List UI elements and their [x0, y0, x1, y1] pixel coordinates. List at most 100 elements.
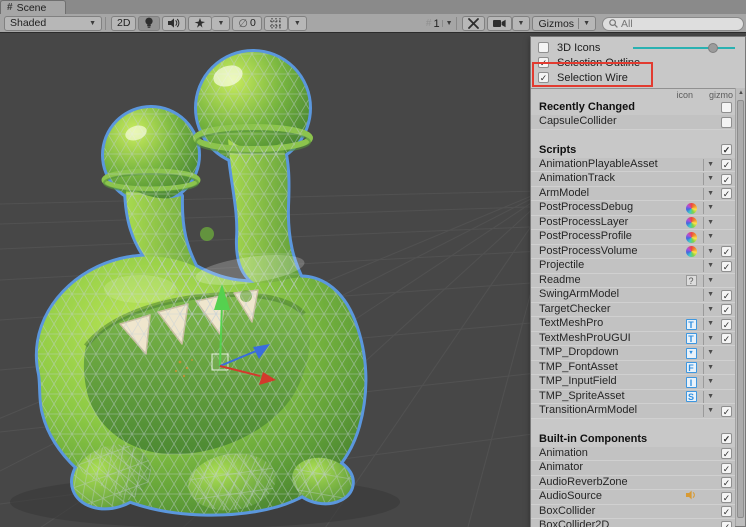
2d-label: 2D: [117, 17, 130, 29]
tool-settings-button[interactable]: [462, 16, 485, 31]
row-dropdown[interactable]: ▼: [703, 275, 714, 287]
gizmo-row-swingarmmodel: SwingArmModel ▼ ✓: [531, 288, 735, 303]
checkbox[interactable]: [721, 117, 732, 128]
gizmo-row-audiosource: AudioSource✓: [531, 490, 735, 505]
row-dropdown[interactable]: ▼: [703, 333, 714, 345]
row-dropdown[interactable]: ▼: [703, 202, 714, 214]
row-icon-slot: [685, 491, 697, 503]
gizmo-row-audioreverbzone: AudioReverbZone✓: [531, 476, 735, 491]
row-dropdown[interactable]: ▼: [703, 376, 714, 388]
camera-settings-button[interactable]: [487, 16, 512, 31]
toggle-2d-button[interactable]: 2D: [111, 16, 136, 31]
checkbox[interactable]: ✓: [721, 188, 732, 199]
camera-dropdown[interactable]: ▼: [512, 16, 531, 31]
gizmo-row-tmp-inputfield: TMP_InputFieldI▼: [531, 375, 735, 390]
body-sheen: [104, 275, 176, 303]
search-input[interactable]: [621, 18, 731, 30]
scene-search-field[interactable]: [602, 17, 744, 31]
selected-object-monster[interactable]: [10, 52, 400, 527]
checkbox[interactable]: ✓: [721, 406, 732, 417]
section-header-recently-changed: Recently Changed: [531, 100, 735, 115]
effects-dropdown[interactable]: ▼: [212, 16, 230, 31]
checkbox[interactable]: ✓: [721, 246, 732, 257]
tmp-letter-T-icon: T: [686, 319, 697, 330]
section-title: Built-in Components: [539, 433, 647, 445]
audio-toggle-button[interactable]: [162, 16, 186, 31]
skin-bump: [200, 227, 214, 241]
option-label: 3D Icons: [557, 42, 600, 54]
snap-increment-control[interactable]: # 1 ▼: [426, 18, 453, 30]
gizmo-row-boxcollider2d: BoxCollider2D✓: [531, 519, 735, 527]
row-dropdown[interactable]: ▼: [703, 188, 714, 200]
effects-toggle-button[interactable]: [188, 16, 212, 31]
scrollbar-thumb[interactable]: [737, 100, 744, 518]
row-dropdown[interactable]: ▼: [703, 217, 714, 229]
row-dropdown[interactable]: ▼: [703, 362, 714, 374]
section-title: Recently Changed: [539, 101, 635, 113]
row-label: SwingArmModel: [539, 288, 619, 300]
crossed-tools-icon: [468, 18, 479, 29]
row-label: PostProcessLayer: [539, 216, 628, 228]
gizmo-row-tmp-fontasset: TMP_FontAssetF▼: [531, 361, 735, 376]
slider-handle[interactable]: [708, 43, 718, 53]
row-dropdown[interactable]: ▼: [703, 173, 714, 185]
checkbox[interactable]: ✓: [721, 319, 732, 330]
checkbox[interactable]: ✓: [721, 174, 732, 185]
grid-dropdown[interactable]: ▼: [288, 16, 307, 31]
checkbox[interactable]: ✓: [721, 333, 732, 344]
chevron-down-icon: ▼: [518, 20, 525, 27]
row-dropdown[interactable]: ▼: [703, 318, 714, 330]
visibility-off-icon: ∅: [238, 17, 248, 30]
gizmo-option-3d-icons: 3D Icons: [531, 40, 745, 55]
row-icon-slot: [685, 202, 697, 214]
tmp-letter-T-icon: T: [686, 333, 697, 344]
checkbox[interactable]: ✓: [721, 492, 732, 503]
checkbox[interactable]: [721, 102, 732, 113]
checkbox[interactable]: ✓: [721, 521, 732, 527]
row-dropdown[interactable]: ▼: [703, 304, 714, 316]
checkbox[interactable]: ✓: [721, 159, 732, 170]
lighting-toggle-button[interactable]: [138, 16, 160, 31]
grid-visibility-button[interactable]: [264, 16, 288, 31]
checkbox[interactable]: ✓: [721, 290, 732, 301]
checkbox[interactable]: ✓: [721, 477, 732, 488]
checkbox[interactable]: ✓: [721, 433, 732, 444]
row-dropdown[interactable]: ▼: [703, 260, 714, 272]
row-dropdown[interactable]: ▼: [703, 231, 714, 243]
checkbox[interactable]: ✓: [721, 463, 732, 474]
row-dropdown[interactable]: ▼: [703, 289, 714, 301]
row-dropdown[interactable]: ▼: [703, 347, 714, 359]
hidden-objects-button[interactable]: ∅ 0: [232, 16, 261, 31]
checkbox[interactable]: [538, 42, 549, 53]
gizmos-sections: Recently ChangedCapsuleColliderScripts✓A…: [531, 100, 735, 527]
checkbox[interactable]: ✓: [721, 448, 732, 459]
tmp-letter-S-icon: S: [686, 391, 697, 402]
row-label: Animator: [539, 461, 583, 473]
tab-scene[interactable]: # Scene: [0, 0, 66, 14]
checkbox[interactable]: ✓: [721, 261, 732, 272]
checkbox[interactable]: ✓: [721, 144, 732, 155]
gizmo-row-postprocessdebug: PostProcessDebug▼: [531, 201, 735, 216]
icon-size-slider[interactable]: [633, 47, 735, 49]
hidden-count: 0: [250, 17, 256, 29]
scroll-up-arrow[interactable]: ▲: [736, 88, 746, 99]
row-icon-slot: F: [685, 362, 697, 374]
row-dropdown[interactable]: ▼: [703, 391, 714, 403]
panel-scrollbar[interactable]: ▲: [735, 88, 745, 526]
row-dropdown[interactable]: ▼: [703, 246, 714, 258]
row-icon-slot: [685, 231, 697, 243]
checkbox[interactable]: ✓: [721, 304, 732, 315]
section-header-scripts: Scripts✓: [531, 143, 735, 158]
row-dropdown[interactable]: ▼: [703, 405, 714, 417]
checkbox[interactable]: ✓: [721, 506, 732, 517]
gizmo-row-armmodel: ArmModel▼✓: [531, 187, 735, 202]
gizmo-row-tmp-dropdown: TMP_Dropdown▾▼: [531, 346, 735, 361]
row-label: AnimationTrack: [539, 172, 615, 184]
gizmo-row-textmeshprougui: TextMeshProUGUIT▼✓: [531, 332, 735, 347]
row-dropdown[interactable]: ▼: [703, 159, 714, 171]
scene-tab-grid-icon: #: [7, 2, 13, 13]
draw-mode-dropdown[interactable]: Shaded ▼: [4, 16, 102, 31]
tab-strip: # Scene: [0, 0, 746, 14]
gizmos-label: Gizmos: [538, 18, 574, 30]
gizmos-dropdown-button[interactable]: Gizmos ▼: [532, 16, 596, 31]
